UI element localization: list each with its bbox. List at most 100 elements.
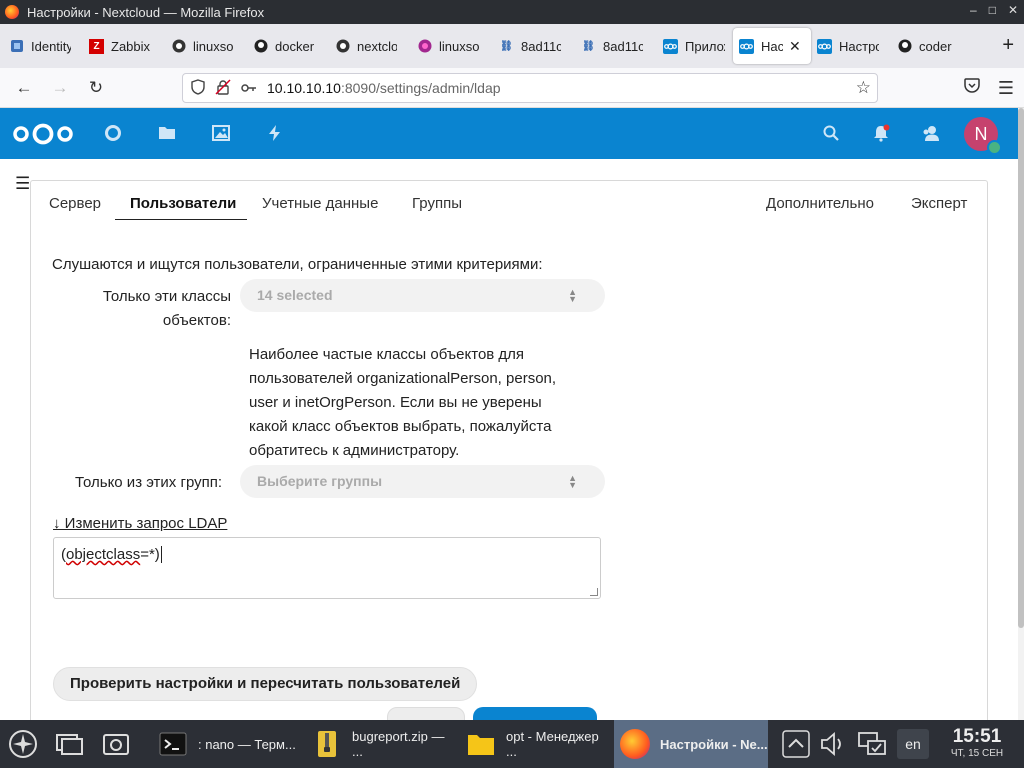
- browser-tab[interactable]: linuxsoft: [165, 28, 247, 64]
- activity-icon[interactable]: [266, 124, 284, 142]
- url-host: 10.10.10.10: [267, 80, 341, 96]
- identity-icon: [9, 39, 24, 54]
- browser-tab-active[interactable]: Настройки ✕: [733, 28, 811, 64]
- active-tab-underline: [115, 219, 247, 220]
- url-bar[interactable]: 10.10.10.10:8090/settings/admin/ldap ☆: [182, 73, 878, 103]
- verify-settings-button[interactable]: Проверить настройки и пересчитать пользо…: [53, 667, 478, 701]
- object-classes-hint: Наиболее частые классы объектов для поль…: [249, 346, 557, 459]
- reload-button[interactable]: ↻: [78, 78, 114, 98]
- photos-icon[interactable]: [212, 124, 230, 142]
- window-title: Настройки - Nextcloud — Mozilla Firefox: [27, 4, 265, 20]
- tab-advanced[interactable]: Дополнительно: [766, 195, 874, 212]
- resize-handle[interactable]: [590, 588, 598, 596]
- firefox-icon: [5, 5, 19, 19]
- browser-tab[interactable]: Z Zabbix: [83, 28, 165, 64]
- object-classes-select[interactable]: 14 selected ▲ ▼: [240, 279, 605, 312]
- task-firefox[interactable]: Настройки - Ne...: [614, 720, 768, 768]
- system-taskbar: : nano — Терм... bugreport.zip — ... opt…: [0, 720, 1024, 768]
- window-titlebar: Настройки - Nextcloud — Mozilla Firefox …: [0, 0, 1024, 24]
- ldap-query-textarea[interactable]: (objectclass=*): [53, 537, 601, 599]
- bookmark-star-icon[interactable]: ☆: [856, 78, 871, 98]
- archive-icon: [318, 731, 336, 757]
- object-classes-value: 14 selected: [257, 287, 333, 303]
- browser-tab[interactable]: ⛓ 8ad11c: [493, 28, 575, 64]
- keyboard-layout-indicator[interactable]: en: [897, 729, 929, 759]
- nextcloud-icon: [817, 38, 832, 54]
- github-icon: [253, 39, 268, 54]
- maximize-button[interactable]: □: [989, 3, 996, 17]
- nextcloud-icon: [663, 38, 678, 54]
- browser-tab[interactable]: Настройки: [811, 28, 891, 64]
- key-icon[interactable]: [241, 80, 257, 96]
- object-classes-label: Только эти классы объектов:: [102, 288, 231, 329]
- users-filter-intro: Слушаются и ищутся пользователи, огранич…: [52, 256, 543, 273]
- volume-icon[interactable]: [818, 729, 848, 759]
- browser-tab[interactable]: coder: [891, 28, 971, 64]
- groups-select[interactable]: Выберите группы ▲ ▼: [240, 465, 605, 498]
- task-file-manager[interactable]: opt - Менеджер ...: [460, 720, 612, 768]
- insecure-lock-icon[interactable]: [215, 78, 231, 98]
- browser-tabbar: Identity Z Zabbix linuxsoft docker nextc…: [0, 24, 1024, 68]
- browser-tab[interactable]: ⛓ 8ad11c: [575, 28, 657, 64]
- text-cursor: [160, 546, 162, 563]
- page-scrollbar[interactable]: [1018, 108, 1024, 720]
- notifications-bell-icon[interactable]: [872, 124, 890, 142]
- clock-time: 15:51: [952, 726, 1002, 747]
- linux-icon: [335, 39, 350, 54]
- clock[interactable]: 15:51 ЧТ, 15 СЕН: [946, 726, 1008, 759]
- terminal-icon: [159, 732, 187, 756]
- ldap-tabs: Сервер Пользователи Учетные данные Групп…: [31, 181, 987, 225]
- browser-tab[interactable]: linuxsoft: [411, 28, 493, 64]
- nextcloud-logo[interactable]: [12, 123, 74, 145]
- menu-icon[interactable]: ☰: [998, 78, 1014, 99]
- close-window-button[interactable]: ✕: [1008, 3, 1018, 17]
- linux-icon: [417, 39, 432, 54]
- task-label: opt - Менеджер ...: [506, 729, 599, 759]
- link-icon: ⛓: [500, 40, 513, 52]
- groups-filter-label: Только из этих групп:: [75, 474, 223, 491]
- browser-tab[interactable]: Приложения: [657, 28, 733, 64]
- avatar-initial: N: [974, 123, 988, 144]
- folder-icon: [468, 735, 494, 755]
- back-button[interactable]: ←: [6, 78, 42, 98]
- clock-date: ЧТ, 15 СЕН: [950, 748, 1004, 759]
- user-avatar[interactable]: N: [964, 117, 1002, 155]
- dashboard-icon[interactable]: [104, 124, 122, 142]
- minimize-button[interactable]: –: [970, 3, 977, 17]
- scrollbar-thumb[interactable]: [1018, 108, 1024, 628]
- contacts-icon[interactable]: [922, 124, 940, 142]
- new-tab-button[interactable]: +: [1002, 34, 1014, 57]
- forward-button[interactable]: →: [42, 78, 78, 98]
- tab-server[interactable]: Сервер: [49, 195, 101, 212]
- nextcloud-icon: [739, 38, 754, 54]
- pocket-icon[interactable]: [964, 78, 980, 99]
- screenshot-icon[interactable]: [101, 729, 131, 759]
- edit-ldap-query-link[interactable]: ↓ Изменить запрос LDAP: [53, 515, 227, 532]
- app-navigation-toggle-icon[interactable]: ☰: [15, 174, 30, 194]
- tray-expand-icon[interactable]: [781, 729, 811, 759]
- task-terminal[interactable]: : nano — Терм...: [152, 720, 304, 768]
- browser-tab[interactable]: docker: [247, 28, 329, 64]
- close-tab-icon[interactable]: ✕: [789, 38, 801, 55]
- show-desktop-icon[interactable]: [54, 729, 84, 759]
- task-archive[interactable]: bugreport.zip — ...: [306, 720, 458, 768]
- search-icon[interactable]: [822, 124, 840, 142]
- tab-users[interactable]: Пользователи: [130, 195, 236, 212]
- ldap-settings-panel: Сервер Пользователи Учетные данные Групп…: [30, 180, 988, 740]
- app-launcher-icon[interactable]: [8, 729, 38, 759]
- task-label: : nano — Терм...: [198, 736, 296, 752]
- browser-tab[interactable]: nextcloud: [329, 28, 411, 64]
- network-icon[interactable]: [857, 729, 887, 759]
- tab-login-attributes[interactable]: Учетные данные: [262, 195, 378, 212]
- linux-icon: [171, 39, 186, 54]
- tab-groups[interactable]: Группы: [412, 195, 462, 212]
- nextcloud-header: N: [0, 108, 1018, 159]
- browser-tab[interactable]: Identity: [3, 28, 83, 64]
- shield-icon[interactable]: [191, 78, 205, 98]
- spellcheck-word: objectclass: [66, 546, 141, 563]
- task-label: bugreport.zip — ...: [352, 729, 445, 759]
- files-icon[interactable]: [158, 124, 176, 142]
- select-caret-icon: ▲ ▼: [568, 473, 577, 490]
- github-icon: [897, 39, 912, 54]
- tab-expert[interactable]: Эксперт: [911, 195, 967, 212]
